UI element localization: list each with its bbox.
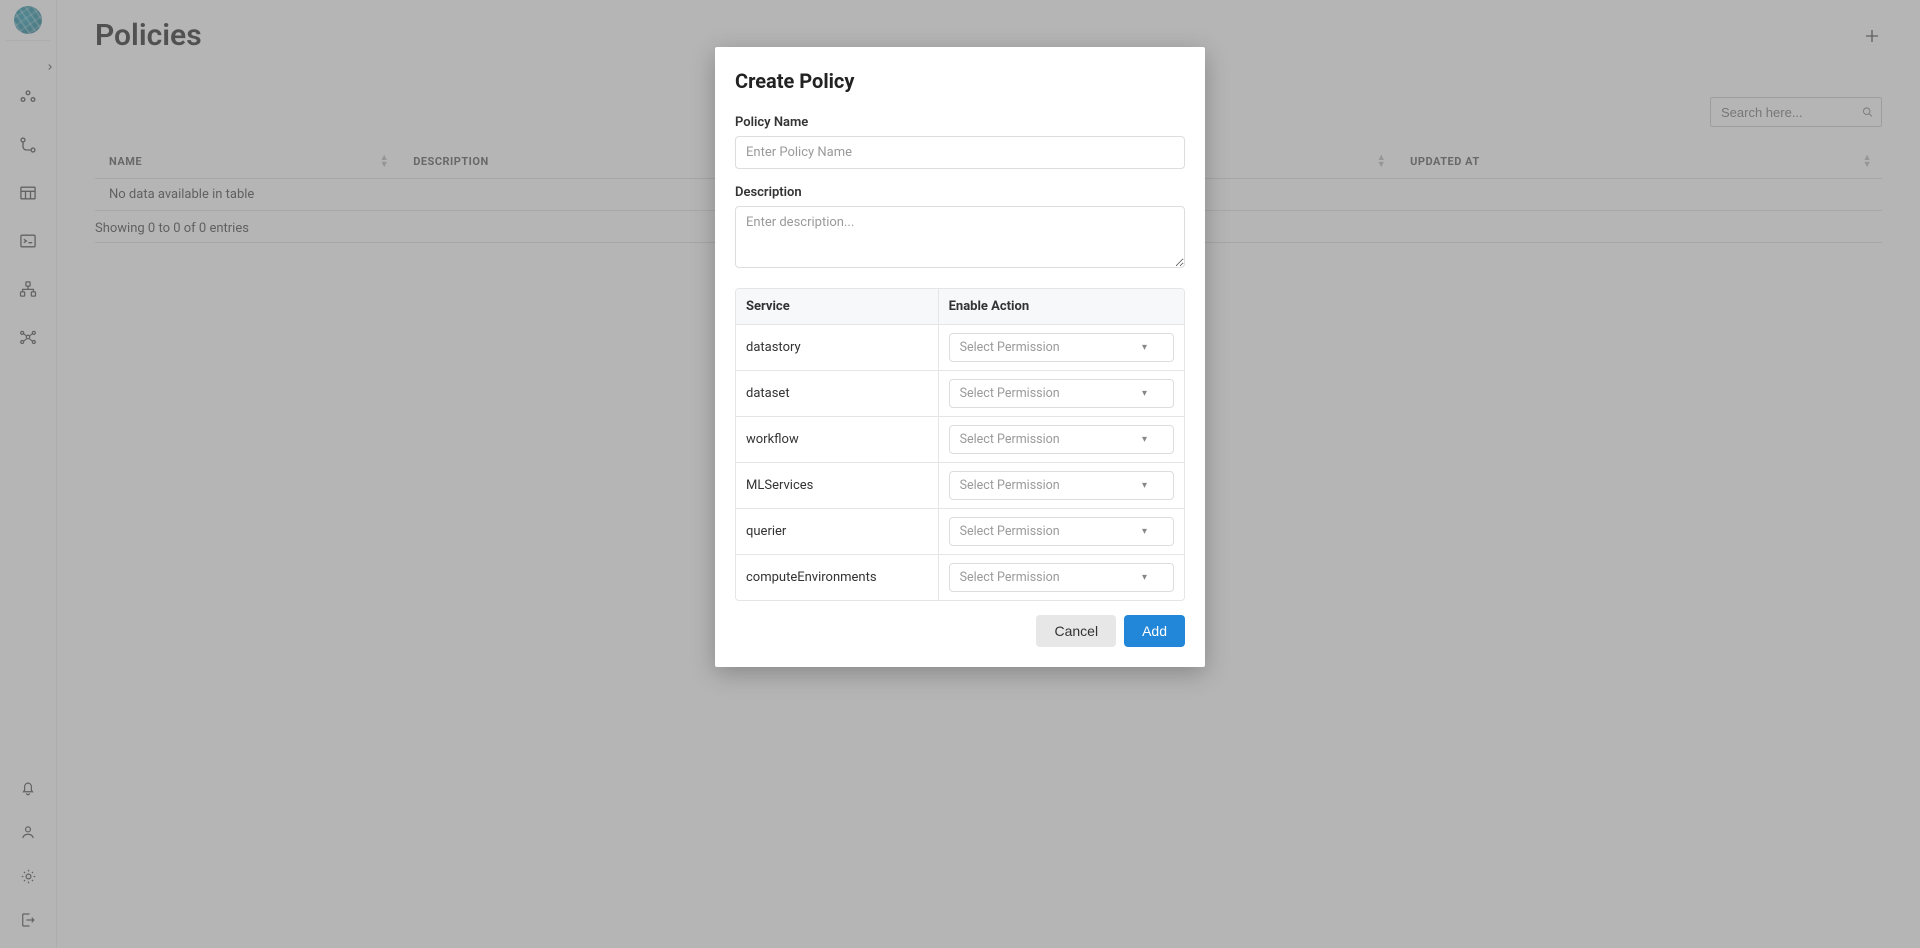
- perm-select[interactable]: Select Permission ▾: [949, 471, 1174, 500]
- perm-select-placeholder: Select Permission: [960, 524, 1060, 539]
- perm-row: MLServices Select Permission ▾: [736, 463, 1184, 509]
- perm-row: datastory Select Permission ▾: [736, 325, 1184, 371]
- policy-name-input[interactable]: [735, 136, 1185, 169]
- perm-row: computeEnvironments Select Permission ▾: [736, 555, 1184, 600]
- perm-row: workflow Select Permission ▾: [736, 417, 1184, 463]
- perm-select[interactable]: Select Permission ▾: [949, 425, 1174, 454]
- perm-service-name: computeEnvironments: [736, 555, 938, 600]
- perm-select[interactable]: Select Permission ▾: [949, 333, 1174, 362]
- perm-service-name: datastory: [736, 325, 938, 371]
- perm-select-placeholder: Select Permission: [960, 478, 1060, 493]
- create-policy-modal: Create Policy Policy Name Description Se…: [715, 47, 1205, 667]
- perm-select[interactable]: Select Permission ▾: [949, 517, 1174, 546]
- caret-down-icon: ▾: [1142, 526, 1147, 537]
- perm-select[interactable]: Select Permission ▾: [949, 379, 1174, 408]
- caret-down-icon: ▾: [1142, 572, 1147, 583]
- description-input[interactable]: [735, 206, 1185, 268]
- add-button[interactable]: Add: [1124, 615, 1185, 647]
- perm-select-placeholder: Select Permission: [960, 340, 1060, 355]
- modal-actions: Cancel Add: [735, 615, 1185, 647]
- description-group: Description: [735, 185, 1185, 272]
- perm-service-name: MLServices: [736, 463, 938, 509]
- perm-select-placeholder: Select Permission: [960, 386, 1060, 401]
- perm-service-name: workflow: [736, 417, 938, 463]
- perm-service-name: querier: [736, 509, 938, 555]
- perm-select-placeholder: Select Permission: [960, 432, 1060, 447]
- perm-header-action: Enable Action: [938, 289, 1184, 325]
- caret-down-icon: ▾: [1142, 434, 1147, 445]
- perm-select[interactable]: Select Permission ▾: [949, 563, 1174, 592]
- permissions-table: Service Enable Action datastory Select Pe…: [735, 288, 1185, 601]
- caret-down-icon: ▾: [1142, 342, 1147, 353]
- perm-header-service: Service: [736, 289, 938, 325]
- cancel-button[interactable]: Cancel: [1036, 615, 1116, 647]
- caret-down-icon: ▾: [1142, 480, 1147, 491]
- description-label: Description: [735, 185, 1185, 200]
- policy-name-label: Policy Name: [735, 115, 1185, 130]
- modal-title: Create Policy: [735, 69, 1185, 93]
- perm-select-placeholder: Select Permission: [960, 570, 1060, 585]
- perm-row: querier Select Permission ▾: [736, 509, 1184, 555]
- policy-name-group: Policy Name: [735, 115, 1185, 169]
- perm-service-name: dataset: [736, 371, 938, 417]
- modal-overlay[interactable]: Create Policy Policy Name Description Se…: [0, 0, 1920, 948]
- perm-row: dataset Select Permission ▾: [736, 371, 1184, 417]
- caret-down-icon: ▾: [1142, 388, 1147, 399]
